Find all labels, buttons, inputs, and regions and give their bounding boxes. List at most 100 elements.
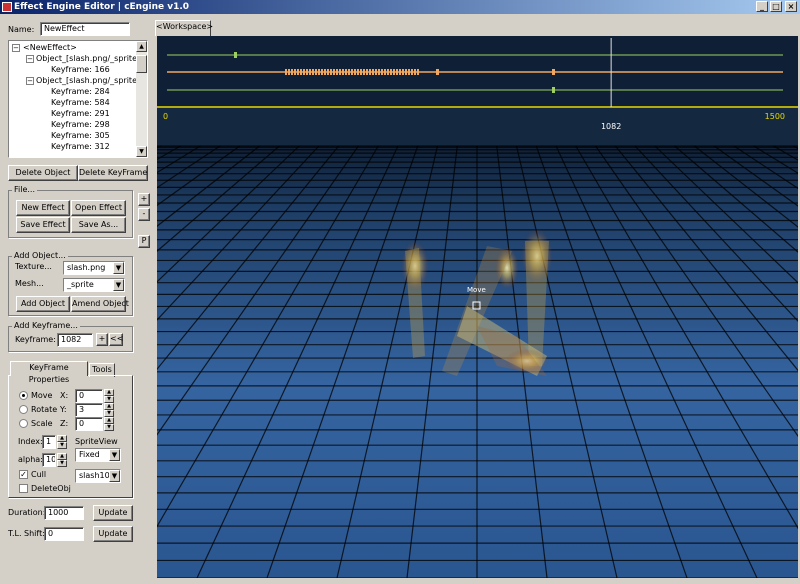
viewport-canvas[interactable]: 0 1500 1082 Move	[157, 36, 798, 578]
new-effect-button[interactable]: New Effect	[16, 200, 70, 216]
maximize-button[interactable]: □	[770, 1, 782, 12]
keyframe-add-button[interactable]: +	[96, 333, 108, 346]
spin-down-icon[interactable]: ▼	[57, 460, 67, 467]
alpha-spinner[interactable]: ▲ ▼	[57, 453, 67, 467]
name-label: Name:	[8, 25, 35, 34]
spin-down-icon[interactable]: ▼	[57, 442, 67, 449]
open-effect-button[interactable]: Open Effect	[71, 200, 126, 216]
collapse-icon[interactable]: −	[26, 55, 34, 63]
spin-up-icon[interactable]: ▲	[104, 403, 114, 410]
scroll-up-icon[interactable]: ▲	[136, 41, 147, 52]
tlshift-input[interactable]: 0	[44, 527, 84, 541]
index-label: Index:	[18, 437, 43, 446]
tree-object[interactable]: Object_[slash.png/_sprite]	[36, 54, 140, 64]
workspace-viewport[interactable]: 0 1500 1082 Move	[157, 36, 798, 578]
keyframe-marker	[552, 87, 555, 93]
amend-object-button[interactable]: Amend Object	[71, 296, 129, 312]
tree-object[interactable]: Object_[slash.png/_sprite]	[36, 76, 140, 86]
texture-select[interactable]: slash.png ▼	[63, 261, 125, 275]
tree-keyframe[interactable]: Keyframe: 312	[51, 142, 110, 152]
plus-button[interactable]: +	[138, 193, 150, 206]
tree-scrollbar[interactable]: ▲ ▼	[136, 41, 147, 157]
y-spinner[interactable]: ▲ ▼	[104, 403, 114, 417]
y-input[interactable]: 3	[75, 403, 103, 417]
tree-keyframe[interactable]: Keyframe: 291	[51, 109, 110, 119]
keyframe-input[interactable]: 1082	[57, 333, 93, 347]
scale-radio[interactable]	[19, 419, 28, 428]
update-duration-button[interactable]: Update	[93, 505, 133, 521]
rotate-label: Rotate	[31, 405, 58, 414]
keyframe-marker	[399, 69, 401, 75]
z-input[interactable]: 0	[75, 417, 103, 431]
scroll-thumb[interactable]	[136, 55, 147, 73]
index-spinner[interactable]: ▲ ▼	[57, 435, 67, 449]
keyframe-back-button[interactable]: <<	[109, 333, 123, 346]
spin-down-icon[interactable]: ▼	[104, 396, 114, 403]
cull-checkbox[interactable]: ✓	[19, 470, 28, 479]
tab-keyframe-properties[interactable]: KeyFrame Properties	[10, 361, 88, 384]
texture-label: Texture...	[15, 262, 52, 271]
keyframe-marker	[357, 69, 359, 75]
keyframe-marker	[372, 69, 374, 75]
keyframe-marker	[363, 69, 365, 75]
minimize-button[interactable]: _	[756, 1, 768, 12]
deleteobj-checkbox[interactable]	[19, 484, 28, 493]
index-input[interactable]: 1	[42, 435, 56, 449]
keyframe-marker	[396, 69, 398, 75]
spin-down-icon[interactable]: ▼	[104, 410, 114, 417]
alpha-input[interactable]: 10	[42, 453, 56, 467]
spriteview-select[interactable]: Fixed ▼	[75, 448, 121, 462]
y-label: Y:	[60, 405, 67, 414]
tree-keyframe[interactable]: Keyframe: 584	[51, 98, 110, 108]
chevron-down-icon[interactable]: ▼	[113, 279, 124, 291]
p-button[interactable]: P	[138, 235, 150, 248]
keyframe-marker	[333, 69, 335, 75]
delete-keyframe-button[interactable]: Delete KeyFrame	[78, 165, 148, 181]
duration-input[interactable]: 1000	[44, 506, 84, 520]
window-title: Effect Engine Editor | cEngine v1.0	[14, 2, 190, 12]
scroll-down-icon[interactable]: ▼	[136, 146, 147, 157]
tlshift-label: T.L. Shift:	[8, 529, 45, 538]
move-radio[interactable]	[19, 391, 28, 400]
tree-keyframe[interactable]: Keyframe: 166	[51, 65, 110, 75]
keyframe-marker	[300, 69, 302, 75]
keyframe-marker	[375, 69, 377, 75]
spin-up-icon[interactable]: ▲	[104, 417, 114, 424]
tree-keyframe[interactable]: Keyframe: 298	[51, 120, 110, 130]
keyframe-marker	[288, 69, 290, 75]
save-as-button[interactable]: Save As...	[71, 217, 126, 233]
mesh-label: Mesh...	[15, 279, 44, 288]
close-button[interactable]: ×	[785, 1, 797, 12]
tree-keyframe[interactable]: Keyframe: 305	[51, 131, 110, 141]
name-input[interactable]: NewEffect	[40, 22, 130, 36]
tree-root[interactable]: <NewEffect>	[23, 43, 77, 53]
spin-down-icon[interactable]: ▼	[104, 424, 114, 431]
spin-up-icon[interactable]: ▲	[104, 389, 114, 396]
timeline-cursor-label: 1082	[601, 122, 621, 131]
rotate-radio[interactable]	[19, 405, 28, 414]
collapse-icon[interactable]: −	[26, 77, 34, 85]
collapse-icon[interactable]: −	[12, 44, 20, 52]
keyframe-marker	[366, 69, 368, 75]
chevron-down-icon[interactable]: ▼	[109, 470, 120, 482]
update-tlshift-button[interactable]: Update	[93, 526, 133, 542]
chevron-down-icon[interactable]: ▼	[113, 262, 124, 274]
timeline-start-label: 0	[163, 112, 168, 121]
x-input[interactable]: 0	[75, 389, 103, 403]
add-object-button[interactable]: Add Object	[16, 296, 70, 312]
mesh-select[interactable]: _sprite ▼	[63, 278, 125, 292]
x-spinner[interactable]: ▲ ▼	[104, 389, 114, 403]
z-spinner[interactable]: ▲ ▼	[104, 417, 114, 431]
save-effect-button[interactable]: Save Effect	[16, 217, 70, 233]
keyframe-marker	[408, 69, 410, 75]
delete-object-button[interactable]: Delete Object	[8, 165, 78, 181]
tree-keyframe[interactable]: Keyframe: 284	[51, 87, 110, 97]
spin-up-icon[interactable]: ▲	[57, 453, 67, 460]
minus-button[interactable]: -	[138, 208, 150, 221]
spin-up-icon[interactable]: ▲	[57, 435, 67, 442]
object-tree[interactable]: − <NewEffect> − Object_[slash.png/_sprit…	[8, 40, 148, 158]
keyframe-marker	[324, 69, 326, 75]
chevron-down-icon[interactable]: ▼	[109, 449, 120, 461]
tab-workspace[interactable]: <Workspace>	[155, 20, 213, 36]
texture-frame-select[interactable]: slash10.o ▼	[75, 469, 121, 483]
